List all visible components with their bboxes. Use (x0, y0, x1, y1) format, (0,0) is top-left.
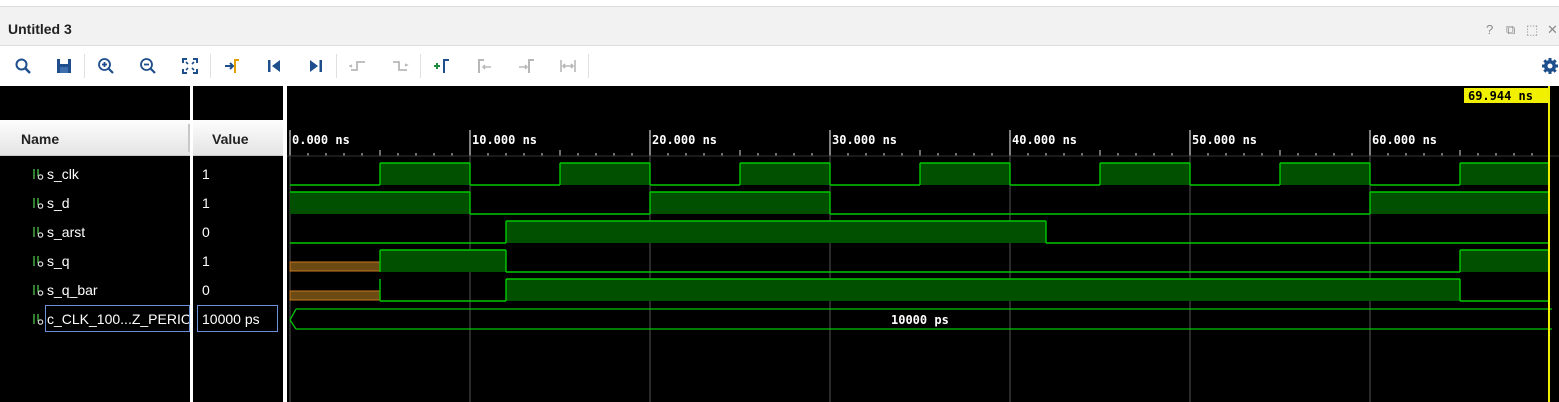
tick-label: 60.000 ns (1372, 133, 1437, 147)
signal-value-panel: Value 1 1 0 1 0 10000 ps (193, 86, 283, 402)
signal-value-s_arst: 0 (193, 217, 283, 246)
next-transition-icon[interactable] (388, 54, 412, 78)
close-icon[interactable]: ✕ (1547, 22, 1558, 38)
signal-icon (32, 283, 44, 301)
signal-icon (32, 225, 44, 243)
toolbar-separator (420, 54, 421, 78)
signal-value-text: 1 (202, 166, 210, 182)
selection-outline (45, 305, 190, 332)
toolbar-separator (84, 54, 85, 78)
tick-label: 20.000 ns (652, 133, 717, 147)
signal-row-s_clk[interactable]: s_clk (0, 159, 190, 188)
undefined-segment (289, 261, 381, 272)
high-fill (740, 163, 830, 185)
zoom-fit-icon[interactable] (178, 54, 202, 78)
window-title-bar: Untitled 3 ? ⧉ ⬚ ✕ (0, 6, 1559, 46)
toolbar-separator (210, 54, 211, 78)
waveform-area[interactable]: 0.000 ns 10.000 ns 20.000 ns 30.000 ns 40.00… (287, 86, 1559, 402)
next-marker-icon[interactable] (514, 54, 538, 78)
add-marker-icon[interactable] (430, 54, 454, 78)
signal-value-c_CLK_100...Z_PERIOD: 10000 ps (193, 304, 283, 333)
gear-icon[interactable] (1538, 54, 1559, 78)
signal-name: s_q (47, 253, 70, 269)
search-icon[interactable] (11, 54, 35, 78)
signal-value-s_d: 1 (193, 188, 283, 217)
toolbar-separator (336, 54, 337, 78)
name-header-label: Name (21, 131, 60, 147)
signal-value-s_q: 1 (193, 246, 283, 275)
waveform-canvas[interactable]: 0.000 ns 10.000 ns 20.000 ns 30.000 ns 40.00… (287, 86, 1559, 402)
tick-label: 40.000 ns (1012, 133, 1077, 147)
toolbar-separator (588, 54, 589, 78)
tick-label: 0.000 ns (292, 133, 350, 147)
zoom-out-icon[interactable] (136, 54, 160, 78)
signal-value-s_q_bar: 0 (193, 275, 283, 304)
high-fill (1280, 163, 1370, 185)
signal-icon (32, 254, 44, 272)
tick-label: 30.000 ns (832, 133, 897, 147)
name-column-header[interactable]: Name (0, 120, 190, 156)
signal-name: s_q_bar (47, 282, 98, 298)
cursor-time-label: 69.944 ns (1468, 89, 1533, 103)
signal-row-s_q[interactable]: s_q (0, 246, 190, 275)
swap-cursors-icon[interactable] (556, 54, 580, 78)
signal-name: s_arst (47, 224, 86, 240)
go-to-last-time-icon[interactable] (304, 54, 328, 78)
high-fill (380, 163, 470, 185)
constant-signal-icon (32, 312, 44, 330)
signal-row-s_q_bar[interactable]: s_q_bar (0, 275, 190, 304)
signal-value-text: 1 (202, 253, 210, 269)
high-fill (1460, 163, 1550, 185)
tick-label: 50.000 ns (1192, 133, 1257, 147)
help-icon[interactable]: ? (1486, 22, 1493, 37)
zoom-in-icon[interactable] (94, 54, 118, 78)
previous-transition-icon[interactable] (346, 54, 370, 78)
high-fill (506, 279, 1460, 301)
restore-icon[interactable]: ⧉ (1506, 22, 1515, 38)
save-icon[interactable] (52, 54, 76, 78)
high-fill (920, 163, 1010, 185)
signal-name-panel: Name s_clk s_d s_arst s_q s_q_bar c_CLK_100..… (0, 86, 202, 402)
signal-icon (32, 167, 44, 185)
signal-value-text: 0 (202, 282, 210, 298)
signal-row-s_d[interactable]: s_d (0, 188, 190, 217)
high-fill (1370, 192, 1550, 214)
go-to-time-zero-icon[interactable] (262, 54, 286, 78)
previous-marker-icon[interactable] (472, 54, 496, 78)
column-resize-handle[interactable] (188, 124, 190, 152)
value-column-header[interactable]: Value (193, 120, 283, 156)
signal-value-text: 0 (202, 224, 210, 240)
signal-icon (32, 196, 44, 214)
signal-row-s_arst[interactable]: s_arst (0, 217, 190, 246)
undefined-segment (289, 290, 381, 301)
high-fill (290, 192, 470, 214)
tick-label: 10.000 ns (472, 133, 537, 147)
go-to-cursor-icon[interactable] (220, 54, 244, 78)
high-fill (560, 163, 650, 185)
waveform-toolbar (0, 46, 1559, 86)
window-title: Untitled 3 (8, 21, 72, 37)
signal-name: s_d (47, 195, 70, 211)
value-header-label: Value (212, 131, 249, 147)
high-fill (380, 250, 506, 272)
signal-value-text: 1 (202, 195, 210, 211)
signal-row-c_CLK_100...Z_PERIOD[interactable]: c_CLK_100...Z_PERIOD (0, 304, 202, 333)
signal-name: s_clk (47, 166, 79, 182)
bus-value-label: 10000 ps (891, 313, 949, 327)
high-fill (1100, 163, 1190, 185)
high-fill (650, 192, 830, 214)
signal-value-s_clk: 1 (193, 159, 283, 188)
high-fill (1460, 250, 1550, 272)
float-icon[interactable]: ⬚ (1526, 22, 1538, 38)
high-fill (506, 221, 1046, 243)
selection-outline (197, 305, 278, 332)
